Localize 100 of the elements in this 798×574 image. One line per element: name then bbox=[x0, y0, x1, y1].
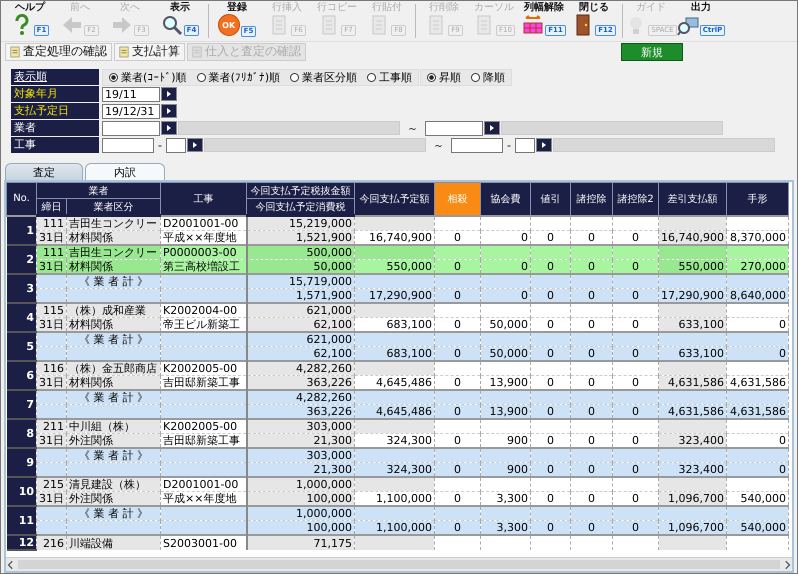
column-header[interactable]: 諸控除2 bbox=[612, 182, 658, 216]
table-cell: 31日 bbox=[36, 434, 66, 448]
table-cell: 材料関係 bbox=[66, 318, 160, 332]
row-number[interactable]: 1 bbox=[6, 216, 36, 245]
field-label[interactable]: 表示順 bbox=[11, 69, 99, 85]
table-cell: 323,400 bbox=[658, 434, 726, 448]
radio-option[interactable]: 業者区分順 bbox=[290, 70, 358, 84]
table-cell: 吉田生コンクリー bbox=[66, 245, 160, 260]
column-header[interactable]: 今回支払予定額 bbox=[354, 182, 434, 216]
table-cell: 0 bbox=[434, 260, 480, 274]
input-field[interactable] bbox=[102, 138, 154, 152]
table-cell bbox=[570, 361, 612, 376]
radio-circle[interactable] bbox=[109, 72, 118, 82]
row-number[interactable]: 4 bbox=[6, 303, 36, 332]
column-header[interactable]: 手形 bbox=[726, 182, 788, 216]
table-cell: 1,000,000 bbox=[246, 477, 354, 492]
row-number[interactable]: 2 bbox=[6, 245, 36, 274]
radio-circle[interactable] bbox=[290, 72, 300, 82]
table-cell bbox=[612, 303, 658, 318]
table-cell: 4,282,260 bbox=[246, 390, 354, 404]
column-header[interactable]: 協会費 bbox=[480, 182, 530, 216]
radio-option[interactable]: 降順 bbox=[471, 70, 506, 84]
row-number[interactable]: 12 bbox=[6, 535, 36, 550]
table-cell bbox=[530, 332, 570, 346]
row-number[interactable]: 3 bbox=[6, 274, 36, 303]
input-field[interactable] bbox=[514, 138, 535, 152]
table-cell: 540,000 bbox=[726, 492, 788, 506]
new-button[interactable]: 新規 bbox=[621, 42, 683, 60]
table-cell bbox=[726, 390, 788, 404]
radio-circle[interactable] bbox=[367, 72, 376, 82]
radio-circle[interactable] bbox=[196, 72, 206, 82]
lookup-button[interactable] bbox=[161, 104, 177, 118]
radio-circle[interactable] bbox=[427, 72, 436, 82]
table-cell bbox=[570, 477, 612, 492]
column-header[interactable]: 差引支払額 bbox=[658, 182, 726, 216]
row-number[interactable]: 6 bbox=[6, 361, 36, 390]
table-cell: 0 bbox=[434, 434, 480, 448]
table-cell: 50,000 bbox=[246, 260, 354, 274]
table-cell: 0 bbox=[480, 260, 530, 274]
table-cell: 0 bbox=[726, 346, 788, 361]
lookup-button[interactable] bbox=[186, 138, 203, 152]
table-cell bbox=[658, 274, 726, 288]
table-cell: 683,100 bbox=[354, 346, 434, 361]
range-separator: ～ bbox=[407, 120, 418, 136]
action-button[interactable]: 支払計算 bbox=[114, 42, 185, 60]
input-field[interactable] bbox=[450, 138, 503, 152]
radio-option[interactable]: 業者(ｺｰﾄﾞ)順 bbox=[109, 70, 187, 84]
column-header: 今回支払予定税抜金額 bbox=[246, 182, 354, 198]
lookup-button[interactable] bbox=[161, 87, 177, 101]
field-label: 工事 bbox=[11, 137, 99, 153]
table-cell: 540,000 bbox=[726, 520, 788, 535]
table-cell: 50,000 bbox=[480, 318, 530, 332]
lookup-button[interactable] bbox=[161, 121, 177, 135]
table-cell bbox=[570, 535, 612, 550]
table-cell bbox=[480, 535, 530, 550]
row-number[interactable]: 8 bbox=[6, 419, 36, 448]
radio-circle[interactable] bbox=[471, 72, 480, 82]
table-cell: 1,100,000 bbox=[354, 520, 434, 535]
table-cell: 0 bbox=[726, 462, 788, 477]
lookup-button[interactable] bbox=[536, 138, 552, 152]
table-cell bbox=[612, 535, 658, 550]
row-number[interactable]: 5 bbox=[6, 332, 36, 361]
table-cell: D2001001-00 bbox=[160, 216, 246, 230]
table-cell: 8,370,000 bbox=[726, 230, 788, 245]
tab[interactable]: 査定 bbox=[5, 163, 83, 180]
table-cell bbox=[570, 390, 612, 404]
radio-option[interactable]: 工事順 bbox=[367, 70, 412, 84]
table-cell bbox=[530, 216, 570, 230]
column-header[interactable]: 諸控除 bbox=[570, 182, 612, 216]
input-field[interactable] bbox=[102, 120, 160, 136]
table-cell: 363,226 bbox=[246, 376, 354, 390]
row-number[interactable]: 7 bbox=[6, 390, 36, 419]
lookup-button[interactable] bbox=[484, 121, 500, 135]
column-header: No. bbox=[6, 182, 36, 216]
table-cell: 621,000 bbox=[246, 332, 354, 346]
table-cell bbox=[658, 216, 726, 230]
table-cell: 0 bbox=[530, 318, 570, 332]
field-label: 対象年月 bbox=[11, 86, 99, 102]
tab[interactable]: 内訳 bbox=[85, 163, 165, 180]
column-header[interactable]: 値引 bbox=[530, 182, 570, 216]
input-field[interactable]: 19/11 bbox=[102, 86, 160, 102]
arrow-icon bbox=[540, 141, 548, 149]
table-cell: 270,000 bbox=[726, 260, 788, 274]
table-cell bbox=[480, 477, 530, 492]
action-button[interactable]: 査定処理の確認 bbox=[5, 42, 112, 60]
input-field[interactable] bbox=[166, 138, 186, 152]
row-number[interactable]: 10 bbox=[6, 477, 36, 506]
row-number[interactable]: 9 bbox=[6, 448, 36, 477]
input-field[interactable] bbox=[425, 120, 483, 136]
row-number[interactable]: 11 bbox=[6, 506, 36, 535]
horizontal-scrollbar[interactable] bbox=[6, 557, 792, 571]
table-cell: 324,300 bbox=[354, 462, 434, 477]
input-field[interactable]: 19/12/31 bbox=[102, 104, 160, 118]
arrow-icon bbox=[190, 141, 199, 149]
table-cell: 中川組（株） bbox=[66, 419, 160, 434]
table-cell: 13,900 bbox=[480, 404, 530, 419]
arrow-icon bbox=[165, 124, 173, 132]
radio-option[interactable]: 業者(ﾌﾘｶﾞﾅ)順 bbox=[196, 70, 280, 84]
radio-option[interactable]: 昇順 bbox=[427, 70, 462, 84]
table-cell bbox=[530, 535, 570, 550]
